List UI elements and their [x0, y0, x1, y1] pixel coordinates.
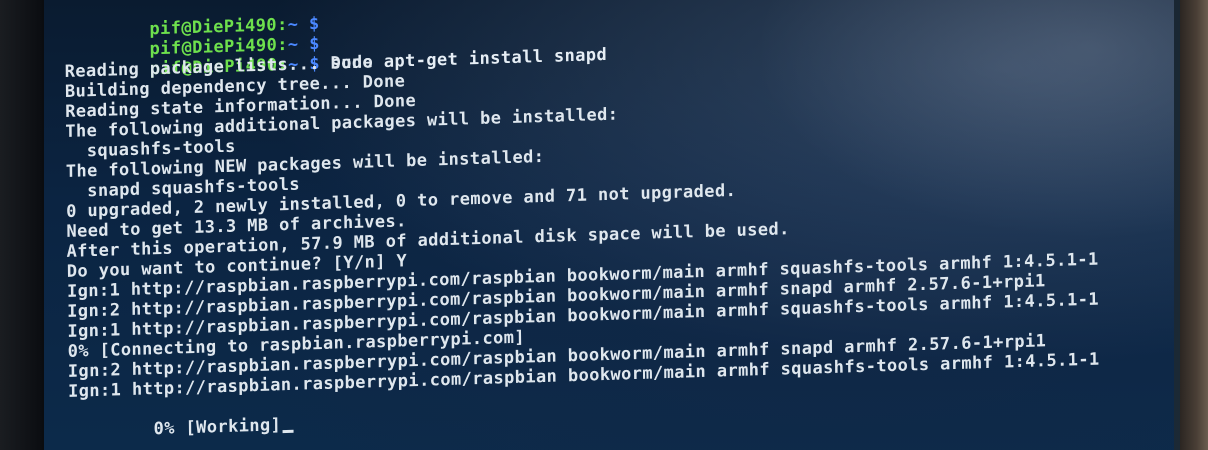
terminal-screen: pif@DiePi490:~ $ pif@DiePi490:~ $ pif@Di… [44, 0, 1174, 450]
current-status: 0% [Working] [153, 415, 282, 440]
photo-of-monitor: pif@DiePi490:~ $ pif@DiePi490:~ $ pif@Di… [0, 0, 1208, 450]
monitor-bezel-left [0, 0, 44, 450]
prompt-path: ~ [287, 34, 299, 55]
prompt-path: ~ [287, 14, 299, 35]
terminal-window[interactable]: pif@DiePi490:~ $ pif@DiePi490:~ $ pif@Di… [64, 0, 1100, 439]
prompt-symbol: $ [309, 33, 320, 55]
monitor-bezel-right [1180, 0, 1208, 450]
text-cursor [282, 429, 294, 434]
prompt-symbol: $ [308, 13, 320, 35]
